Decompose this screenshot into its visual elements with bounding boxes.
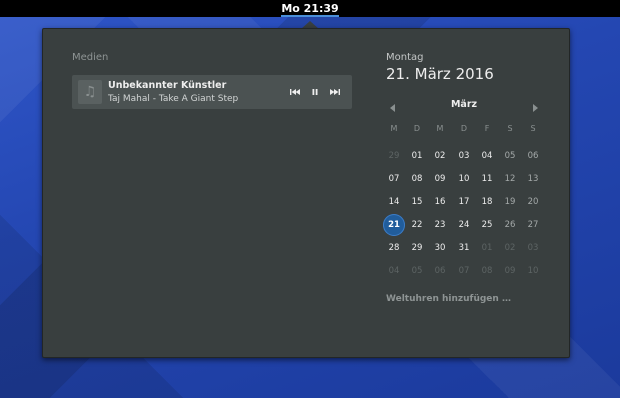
calendar-day[interactable]: 04 <box>476 145 498 167</box>
calendar-day[interactable]: 25 <box>476 214 498 236</box>
music-note-icon: ♫ <box>78 80 102 104</box>
calendar-day[interactable]: 05 <box>406 260 428 282</box>
calendar-day[interactable]: 26 <box>499 214 521 236</box>
calendar-day[interactable]: 14 <box>383 191 405 213</box>
calendar-day[interactable]: 07 <box>383 168 405 190</box>
calendar-day[interactable]: 22 <box>406 214 428 236</box>
weekday-label: S <box>530 124 536 133</box>
add-world-clocks-link[interactable]: Weltuhren hinzufügen … <box>386 294 511 304</box>
previous-month-icon[interactable] <box>387 99 399 112</box>
full-date[interactable]: 21. März 2016 <box>386 65 494 83</box>
top-bar: Mo 21:39 <box>0 0 620 17</box>
calendar-day[interactable]: 02 <box>499 237 521 259</box>
calendar-day[interactable]: 03 <box>522 237 544 259</box>
calendar-day[interactable]: 01 <box>476 237 498 259</box>
calendar-day[interactable]: 09 <box>429 168 451 190</box>
calendar-day[interactable]: 03 <box>453 145 475 167</box>
weekday-label: M <box>436 124 444 133</box>
next-month-icon[interactable] <box>529 99 541 112</box>
calendar-day[interactable]: 08 <box>406 168 428 190</box>
calendar-day[interactable]: 11 <box>476 168 498 190</box>
pause-icon[interactable] <box>308 85 322 99</box>
calendar-day[interactable]: 10 <box>522 260 544 282</box>
date-menu-popover: Medien ♫ Unbekannter Künstler Taj Mahal … <box>42 28 570 358</box>
calendar-day[interactable]: 29 <box>383 145 405 167</box>
calendar-day[interactable]: 01 <box>406 145 428 167</box>
calendar-day[interactable]: 15 <box>406 191 428 213</box>
calendar-day[interactable]: 18 <box>476 191 498 213</box>
track-artist: Unbekannter Künstler <box>108 80 227 91</box>
weekday-label: M <box>390 124 398 133</box>
media-heading: Medien <box>72 52 109 63</box>
calendar-day[interactable]: 27 <box>522 214 544 236</box>
calendar-day[interactable]: 08 <box>476 260 498 282</box>
weekday-name: Montag <box>386 52 424 63</box>
calendar-day[interactable]: 24 <box>453 214 475 236</box>
calendar-day[interactable]: 07 <box>453 260 475 282</box>
calendar-day[interactable]: 09 <box>499 260 521 282</box>
clock-active-indicator <box>281 15 339 17</box>
calendar-day[interactable]: 30 <box>429 237 451 259</box>
calendar-day[interactable]: 12 <box>499 168 521 190</box>
calendar-day[interactable]: 23 <box>429 214 451 236</box>
calendar-day[interactable]: 05 <box>499 145 521 167</box>
calendar-grid: 29 01 02 03 04 05 06 07 08 09 10 11 12 13 14 15 16 17 18 19… <box>382 145 546 285</box>
calendar-day[interactable]: 19 <box>499 191 521 213</box>
next-track-icon[interactable] <box>328 85 342 99</box>
calendar-day[interactable]: 04 <box>383 260 405 282</box>
calendar-day[interactable]: 02 <box>429 145 451 167</box>
calendar-day[interactable]: 29 <box>406 237 428 259</box>
calendar-day[interactable]: 06 <box>429 260 451 282</box>
calendar-day[interactable]: 17 <box>453 191 475 213</box>
calendar-day[interactable]: 20 <box>522 191 544 213</box>
calendar-day[interactable]: 10 <box>453 168 475 190</box>
calendar-day[interactable]: 13 <box>522 168 544 190</box>
weekday-label: D <box>413 124 421 133</box>
calendar-day[interactable]: 06 <box>522 145 544 167</box>
track-title: Taj Mahal - Take A Giant Step <box>108 94 239 104</box>
calendar-day-today[interactable]: 21 <box>383 214 405 236</box>
calendar-weekday-header: M D M D F S S <box>382 124 546 136</box>
calendar-day[interactable]: 28 <box>383 237 405 259</box>
weekday-label: D <box>460 124 468 133</box>
media-player-card[interactable]: ♫ Unbekannter Künstler Taj Mahal - Take … <box>72 75 352 109</box>
weekday-label: S <box>507 124 513 133</box>
previous-track-icon[interactable] <box>288 85 302 99</box>
calendar-month-label: März <box>450 99 478 110</box>
calendar-day[interactable]: 31 <box>453 237 475 259</box>
weekday-label: F <box>484 124 490 133</box>
calendar-day[interactable]: 16 <box>429 191 451 213</box>
